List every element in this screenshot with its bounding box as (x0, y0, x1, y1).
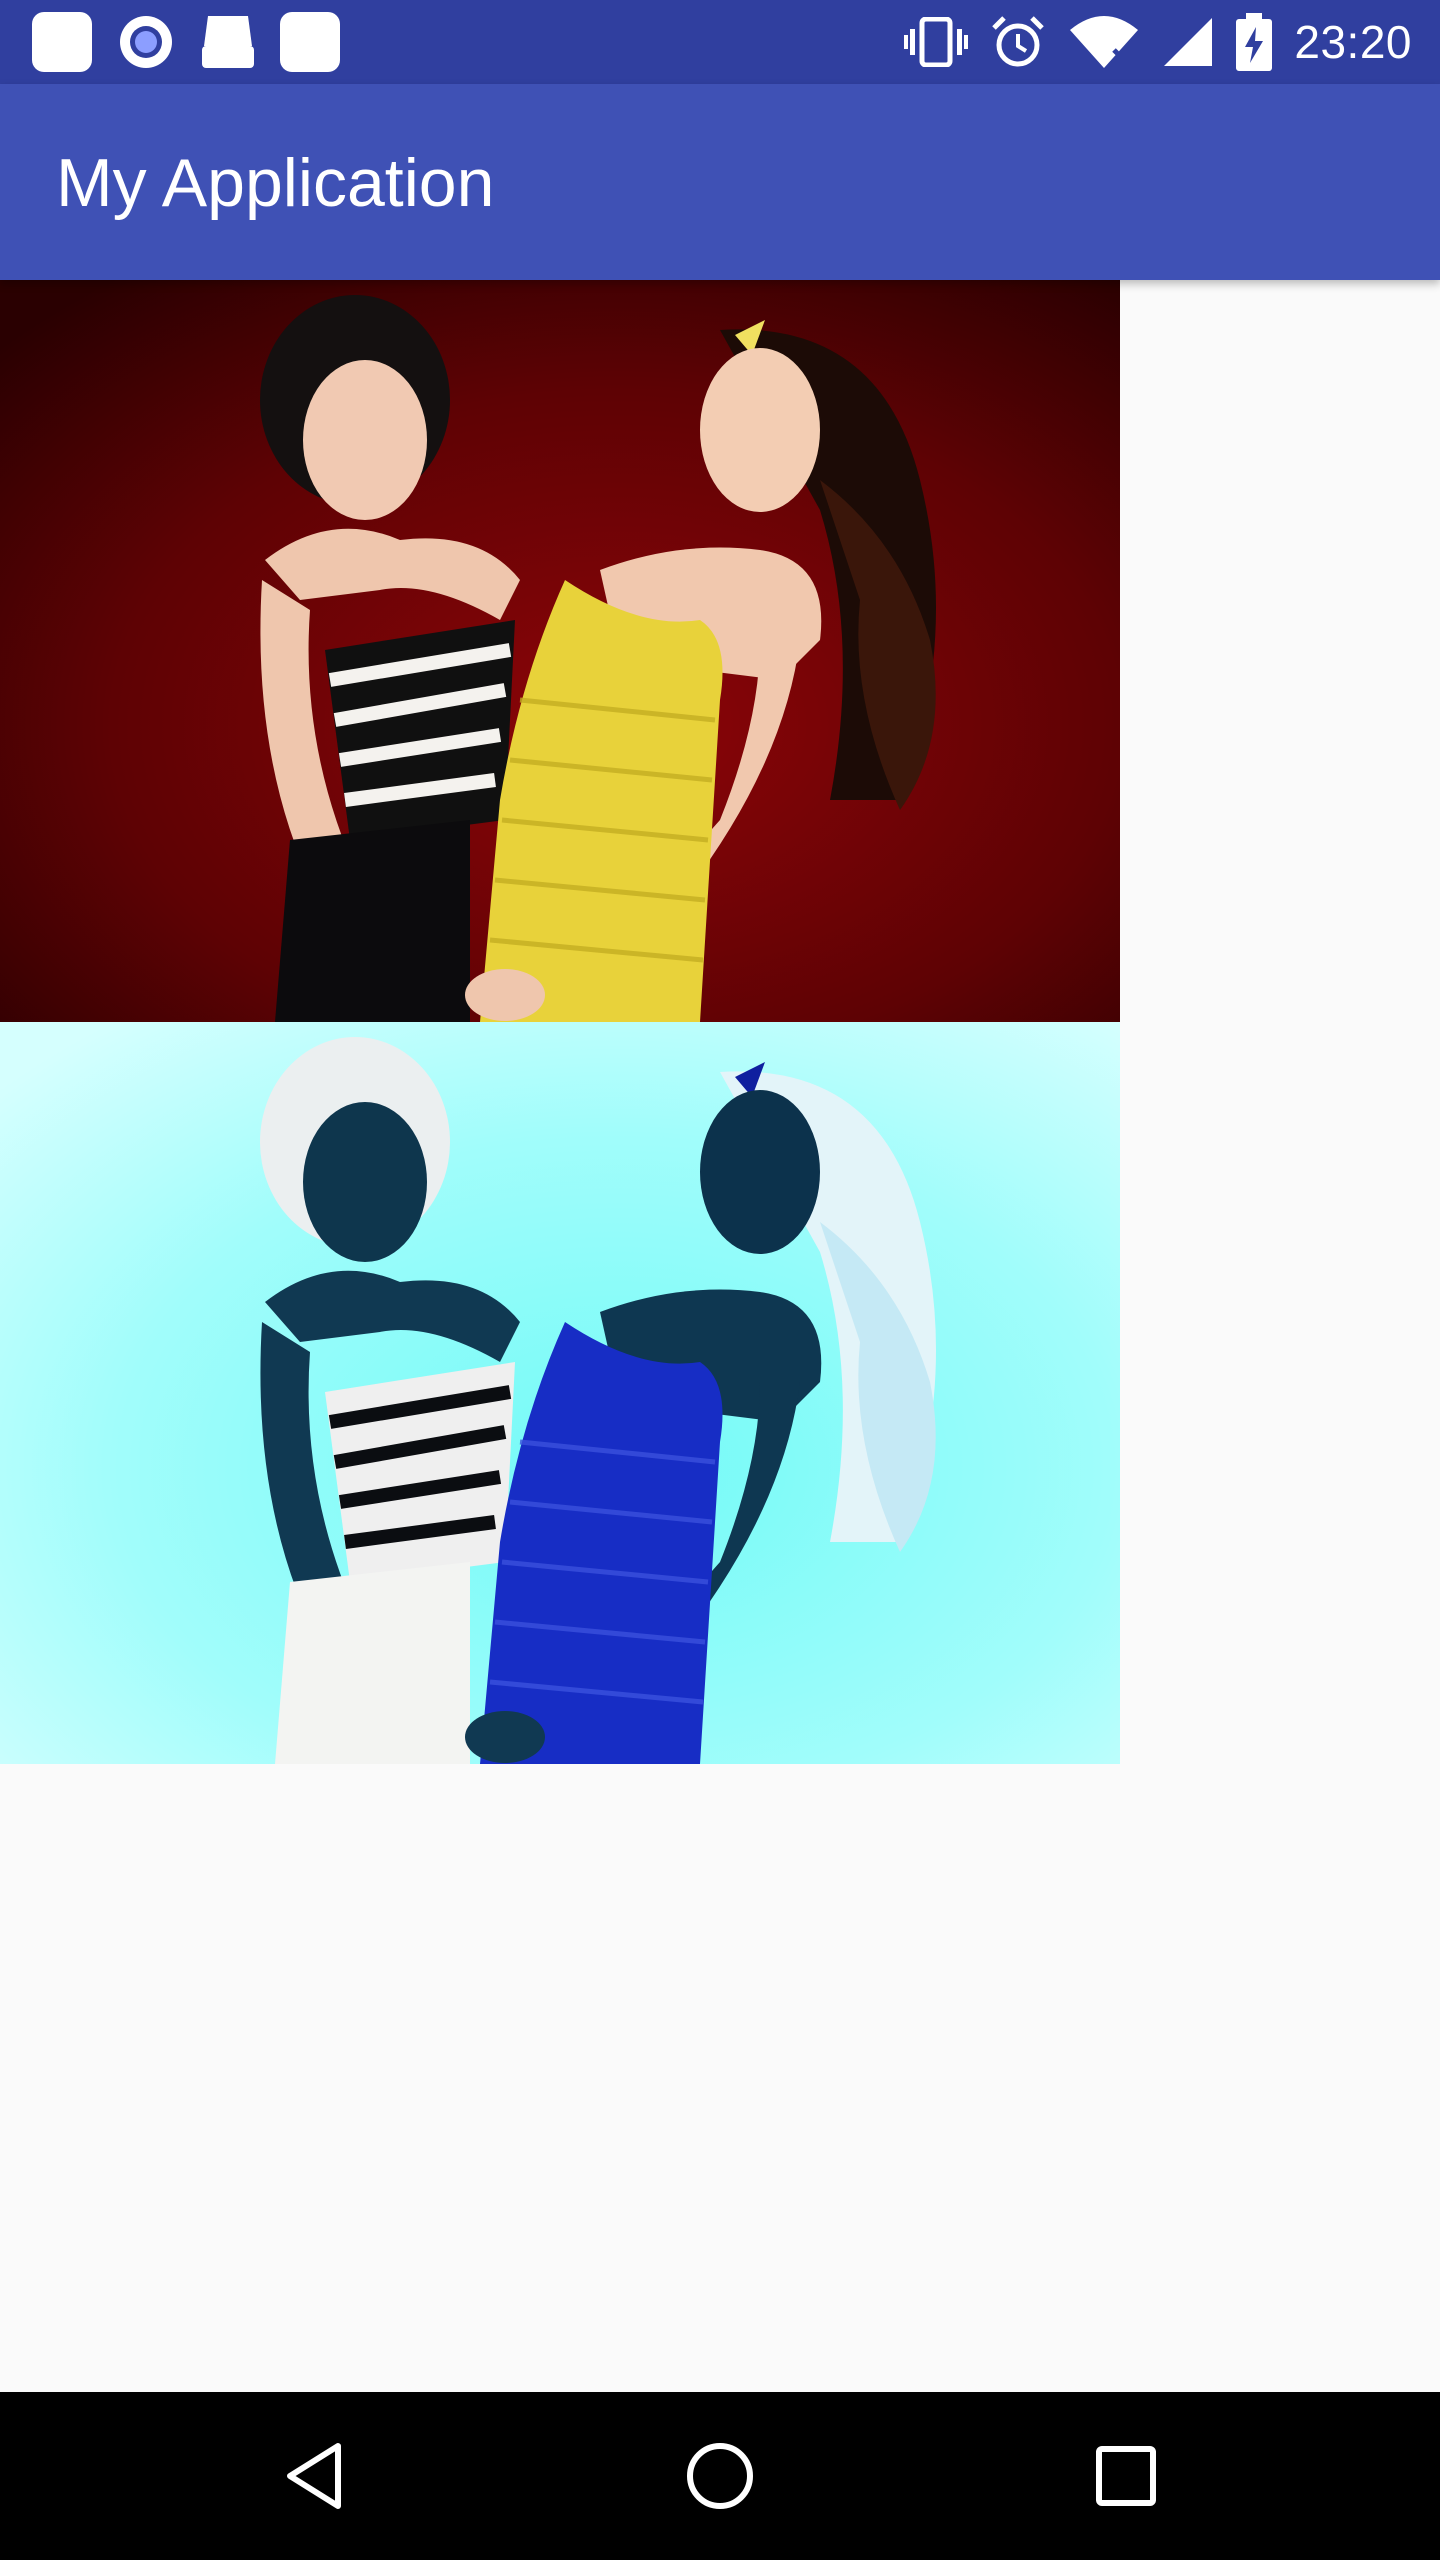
status-time: 23:20 (1294, 16, 1412, 68)
home-button[interactable] (680, 2436, 760, 2516)
original-photo (0, 280, 1120, 1022)
notification-icons (32, 12, 340, 72)
inverted-photo (0, 1022, 1120, 1764)
android-debug-icon (202, 16, 254, 68)
recents-button[interactable] (1086, 2436, 1166, 2516)
wifi-no-internet-icon (1070, 16, 1139, 68)
cell-signal-icon (1164, 18, 1213, 66)
app-bar: My Application (0, 84, 1440, 280)
navigation-bar (0, 2392, 1440, 2560)
record-icon (120, 16, 172, 68)
vibrate-icon (904, 17, 969, 67)
status-bar: 23:20 (0, 0, 1440, 84)
app-title: My Application (56, 145, 495, 221)
app-notification-icon (280, 12, 340, 72)
battery-charging-icon (1236, 13, 1273, 71)
alarm-icon (992, 16, 1045, 67)
app-notification-icon (32, 12, 92, 72)
back-button[interactable] (276, 2436, 356, 2516)
system-icons: 23:20 (904, 0, 1412, 84)
